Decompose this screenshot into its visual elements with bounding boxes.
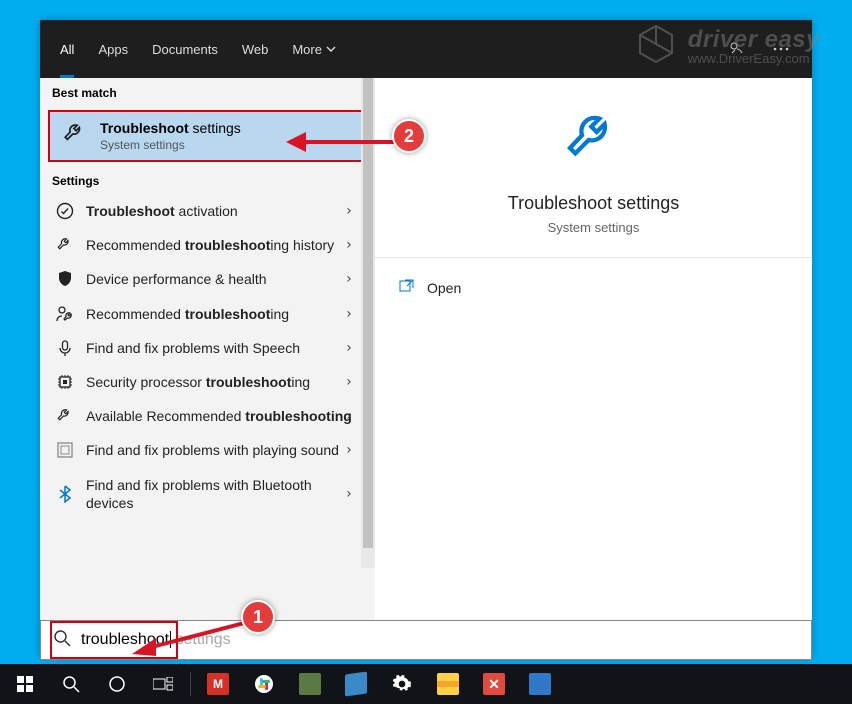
taskbar-search-icon[interactable]	[50, 664, 92, 704]
tab-all[interactable]: All	[48, 20, 86, 78]
cortana-icon[interactable]	[96, 664, 138, 704]
section-best-match: Best match	[40, 78, 375, 106]
section-settings: Settings	[40, 166, 375, 194]
open-icon	[399, 278, 415, 297]
detail-title: Troubleshoot settings	[508, 193, 679, 214]
task-view-icon[interactable]	[142, 664, 184, 704]
search-main: Best match Troubleshoot settings System …	[40, 78, 812, 658]
frame-icon	[56, 441, 74, 459]
taskbar-app-drivereasy[interactable]	[289, 664, 331, 704]
chevron-right-icon: ›	[345, 408, 353, 424]
settings-item[interactable]: Available Recommended troubleshooting›	[40, 399, 375, 433]
settings-item-label: Find and fix problems with playing sound	[86, 441, 363, 459]
taskbar-app-notes[interactable]	[335, 664, 377, 704]
annotation-badge-2: 2	[392, 119, 426, 153]
settings-item[interactable]: Find and fix problems with Bluetooth dev…	[40, 468, 375, 520]
settings-item[interactable]: Device performance & health›	[40, 262, 375, 296]
settings-item-label: Device performance & health	[86, 270, 363, 288]
settings-item[interactable]: Find and fix problems with playing sound…	[40, 433, 375, 467]
wrench-hero-icon	[562, 108, 626, 177]
settings-item-label: Available Recommended troubleshooting	[86, 407, 363, 425]
chevron-down-icon	[326, 46, 336, 52]
settings-item[interactable]: Recommended troubleshooting›	[40, 297, 375, 331]
open-action[interactable]: Open	[399, 272, 788, 303]
taskbar: M ✕	[0, 664, 852, 704]
settings-list: Troubleshoot activation›Recommended trou…	[40, 194, 375, 642]
settings-item[interactable]: Security processor troubleshooting›	[40, 365, 375, 399]
annotation-arrow-2	[284, 122, 404, 162]
chevron-right-icon: ›	[345, 374, 353, 390]
tab-more[interactable]: More	[280, 20, 348, 78]
detail-pane: Troubleshoot settings System settings Op…	[375, 78, 812, 658]
settings-item-label: Find and fix problems with Bluetooth dev…	[86, 476, 363, 512]
tab-web[interactable]: Web	[230, 20, 281, 78]
taskbar-app-control[interactable]	[519, 664, 561, 704]
settings-item-label: Find and fix problems with Speech	[86, 339, 363, 357]
taskbar-app-xbox[interactable]: ✕	[473, 664, 515, 704]
taskbar-app-slack[interactable]	[243, 664, 285, 704]
open-label: Open	[427, 280, 461, 296]
annotation-arrow-1	[130, 618, 260, 658]
taskbar-app-gmail[interactable]: M	[197, 664, 239, 704]
settings-item-label: Troubleshoot activation	[86, 202, 363, 220]
start-button[interactable]	[4, 664, 46, 704]
chevron-right-icon: ›	[345, 340, 353, 356]
settings-item-label: Recommended troubleshooting	[86, 305, 363, 323]
chevron-right-icon: ›	[345, 237, 353, 253]
taskbar-app-settings[interactable]	[381, 664, 423, 704]
taskbar-app-explorer[interactable]	[427, 664, 469, 704]
annotation-badge-1: 1	[241, 600, 275, 634]
chevron-right-icon: ›	[345, 306, 353, 322]
person-wrench-icon	[56, 305, 74, 323]
chevron-right-icon: ›	[345, 442, 353, 458]
wrench-icon	[62, 121, 88, 152]
tab-documents[interactable]: Documents	[140, 20, 230, 78]
bluetooth-icon	[56, 485, 74, 503]
best-match-title: Troubleshoot settings	[100, 120, 241, 136]
results-pane: Best match Troubleshoot settings System …	[40, 78, 375, 658]
check-circle-icon	[56, 202, 74, 220]
tab-apps[interactable]: Apps	[86, 20, 140, 78]
chevron-right-icon: ›	[345, 486, 353, 502]
start-search-window: All Apps Documents Web More Best match	[40, 20, 812, 658]
search-icon	[53, 629, 71, 652]
chevron-right-icon: ›	[345, 271, 353, 287]
settings-item-label: Recommended troubleshooting history	[86, 236, 363, 254]
settings-item[interactable]: Troubleshoot activation›	[40, 194, 375, 228]
shield-icon	[56, 270, 74, 288]
best-match-subtitle: System settings	[100, 138, 241, 152]
settings-item[interactable]: Recommended troubleshooting history›	[40, 228, 375, 262]
more-options-icon[interactable]	[768, 36, 794, 62]
wrench-icon	[56, 236, 74, 254]
search-tabs: All Apps Documents Web More	[40, 20, 812, 78]
wrench-icon	[56, 407, 74, 425]
settings-item[interactable]: Find and fix problems with Speech›	[40, 331, 375, 365]
detail-subtitle: System settings	[548, 220, 640, 235]
feedback-icon[interactable]	[724, 36, 750, 62]
chevron-right-icon: ›	[345, 203, 353, 219]
chip-icon	[56, 373, 74, 391]
settings-item-label: Security processor troubleshooting	[86, 373, 363, 391]
mic-icon	[56, 339, 74, 357]
